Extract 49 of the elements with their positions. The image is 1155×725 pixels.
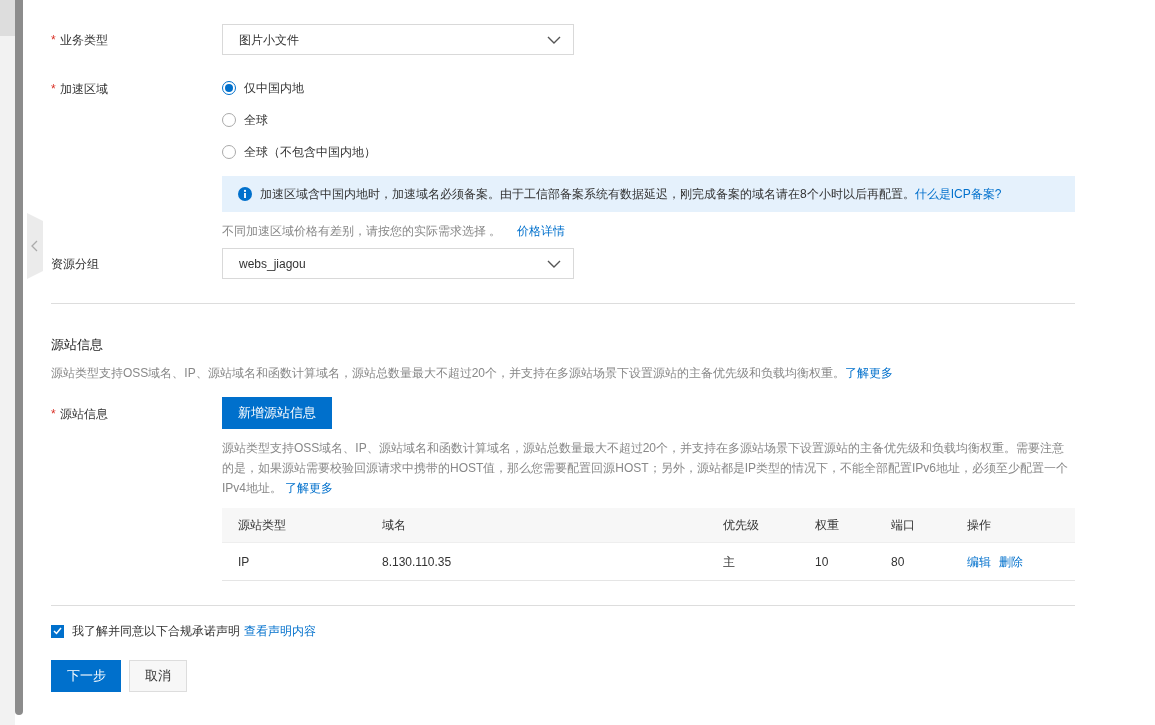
column-header: 优先级 — [707, 507, 799, 543]
field-label: 加速区域 — [59, 82, 108, 96]
collapse-handle[interactable] — [27, 213, 43, 279]
table-cell: 8.130.110.35 — [366, 542, 707, 581]
icp-link[interactable]: 什么是ICP备案? — [914, 187, 1002, 201]
required-mark: * — [51, 406, 56, 421]
agreement-text: 我了解并同意以下合规承诺声明 — [72, 623, 240, 640]
action-link[interactable]: 编辑 — [967, 552, 991, 571]
learn-more-link[interactable]: 了解更多 — [285, 480, 334, 495]
cancel-button[interactable]: 取消 — [129, 660, 187, 692]
action-link[interactable]: 删除 — [999, 552, 1023, 571]
chevron-down-icon — [547, 35, 561, 44]
checkbox[interactable] — [51, 624, 64, 638]
field-label: 业务类型 — [59, 32, 108, 47]
learn-more-link[interactable]: 了解更多 — [845, 365, 894, 380]
required-mark: * — [51, 82, 56, 96]
radio-option[interactable]: 全球 — [222, 104, 1075, 136]
info-icon — [238, 187, 252, 201]
radio-button[interactable] — [222, 145, 236, 159]
table-cell: 10 — [799, 542, 875, 581]
scrollbar-thumb[interactable] — [0, 0, 15, 36]
table-cell: 主 — [707, 542, 799, 581]
radio-button[interactable] — [222, 81, 236, 95]
scrollbar-thumb[interactable] — [15, 0, 23, 715]
column-header: 权重 — [799, 507, 875, 543]
table-cell: 80 — [875, 542, 951, 581]
info-text: 加速区域含中国内地时，加速域名必须备案。由于工信部备案系统有数据延迟，刚完成备案的域名请在8个小时以后再配置。什么是ICP备案? — [260, 186, 1002, 203]
column-header: 端口 — [875, 507, 951, 543]
section-description: 源站类型支持OSS域名、IP、源站域名和函数计算域名，源站总数量最大不超过20个，并支持在多源站场景下设置源站的主备优先级和负载均衡权重。了解更多 — [51, 364, 895, 382]
field-label: 源站信息 — [59, 406, 108, 421]
chevron-down-icon — [547, 259, 561, 268]
section-title: 源站信息 — [51, 336, 104, 354]
view-statement-link[interactable]: 查看声明内容 — [244, 622, 316, 640]
table-cell: IP — [222, 542, 366, 581]
field-label: 资源分组 — [51, 256, 99, 271]
radio-option[interactable]: 仅中国内地 — [222, 72, 1075, 104]
select-field[interactable]: webs_jiagou — [222, 248, 574, 279]
price-details-link[interactable]: 价格详情 — [517, 222, 566, 240]
select-field[interactable]: 图片小文件 — [222, 24, 574, 55]
radio-option[interactable]: 全球（不包含中国内地） — [222, 136, 1075, 168]
hint-text: 不同加速区域价格有差别，请按您的实际需求选择 。 — [222, 223, 502, 240]
radio-button[interactable] — [222, 113, 236, 127]
next-button[interactable]: 下一步 — [51, 660, 121, 692]
origin-description: 源站类型支持OSS域名、IP、源站域名和函数计算域名，源站总数量最大不超过20个，并支持在多源站场景下设置源站的主备优先级和负载均衡权重。需要注意的是，如果源站需要校验回源请求中携带的HOST值，那么您需要配置回源HOST；另外，源站都是IP类型的情况下，不能全部配置IPv6地址，必须至少配置一个IPv4地址。 了解更多 — [222, 439, 1070, 497]
column-header: 源站类型 — [222, 507, 366, 543]
add-origin-button[interactable]: 新增源站信息 — [222, 396, 332, 429]
column-header: 操作 — [951, 507, 1075, 543]
column-header: 域名 — [366, 507, 707, 543]
required-mark: * — [51, 32, 56, 47]
